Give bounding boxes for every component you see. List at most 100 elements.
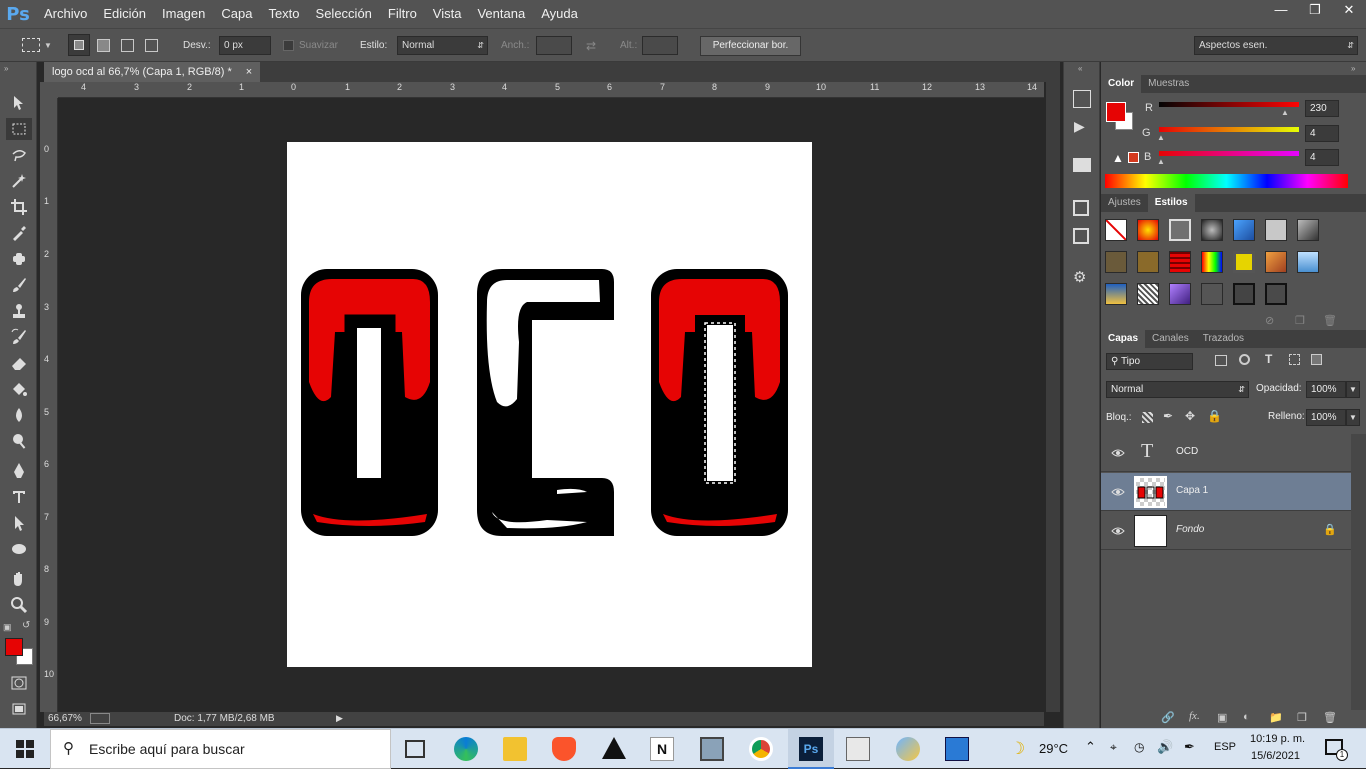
- magic-wand-icon[interactable]: [6, 170, 32, 192]
- filter-type-icon[interactable]: T: [1265, 352, 1272, 366]
- visibility-eye-icon[interactable]: [1111, 524, 1125, 538]
- menu-texto[interactable]: Texto: [260, 0, 307, 28]
- marquee-preset-icon[interactable]: [22, 38, 40, 52]
- tab-color[interactable]: Color: [1101, 75, 1142, 93]
- visibility-eye-icon[interactable]: [1111, 485, 1125, 499]
- visibility-eye-icon[interactable]: [1111, 446, 1125, 460]
- lock-pixels-brush-icon[interactable]: ✒: [1163, 409, 1173, 423]
- style-swatch[interactable]: [1137, 219, 1159, 241]
- style-swatch[interactable]: [1169, 283, 1191, 305]
- style-swatch[interactable]: [1297, 219, 1319, 241]
- status-icon[interactable]: [90, 713, 110, 724]
- notion-icon[interactable]: N: [650, 737, 674, 761]
- menu-imagen[interactable]: Imagen: [154, 0, 213, 28]
- lock-transparency-icon[interactable]: [1142, 412, 1153, 423]
- tab-close-icon[interactable]: ×: [246, 62, 252, 82]
- style-swatch[interactable]: [1201, 219, 1223, 241]
- add-selection-icon[interactable]: [97, 39, 110, 52]
- tab-capas[interactable]: Capas: [1101, 330, 1146, 348]
- status-menu-arrow-icon[interactable]: ▶: [336, 713, 343, 724]
- language-indicator[interactable]: ESP: [1214, 741, 1236, 753]
- style-swatch[interactable]: [1169, 219, 1191, 241]
- type-tool-icon[interactable]: [6, 486, 32, 508]
- move-tool-icon[interactable]: [6, 92, 32, 114]
- dodge-tool-icon[interactable]: [6, 430, 32, 452]
- style-none-swatch[interactable]: [1105, 219, 1127, 241]
- menu-filtro[interactable]: Filtro: [380, 0, 425, 28]
- menu-ayuda[interactable]: Ayuda: [533, 0, 586, 28]
- style-swatch[interactable]: [1265, 219, 1287, 241]
- screen-mode-icon[interactable]: [6, 698, 32, 720]
- width-input[interactable]: [536, 36, 572, 55]
- info-icon[interactable]: [1073, 200, 1089, 216]
- photoshop-taskbar-button[interactable]: Ps: [788, 729, 834, 769]
- refine-edge-button[interactable]: Perfeccionar bor.: [700, 36, 801, 56]
- tab-estilos[interactable]: Estilos: [1147, 194, 1195, 212]
- blend-mode-select[interactable]: Normal ⇵: [1106, 381, 1249, 398]
- zoom-tool-icon[interactable]: [6, 594, 32, 616]
- collapse-icon[interactable]: »: [1351, 64, 1355, 73]
- chevron-down-icon[interactable]: ▼: [1346, 381, 1360, 398]
- adjustment-layer-icon[interactable]: ◐: [1243, 711, 1250, 723]
- fill-input[interactable]: 100%: [1306, 409, 1346, 426]
- menu-edicion[interactable]: Edición: [95, 0, 154, 28]
- style-swatch[interactable]: [1105, 283, 1127, 305]
- trash-icon[interactable]: 🗑: [1323, 314, 1337, 327]
- style-swatch[interactable]: [1265, 251, 1287, 273]
- style-swatch[interactable]: [1297, 251, 1319, 273]
- style-swatch[interactable]: [1137, 251, 1159, 273]
- gamut-warning-icon[interactable]: ▲: [1112, 151, 1124, 165]
- style-swatch[interactable]: [1201, 251, 1223, 273]
- app-window-icon[interactable]: [846, 737, 870, 761]
- paragraph-icon[interactable]: [1073, 228, 1089, 244]
- r-slider-thumb[interactable]: ▲: [1281, 108, 1289, 117]
- r-value[interactable]: 230: [1305, 100, 1339, 117]
- smooth-checkbox[interactable]: [283, 40, 294, 51]
- paint-bucket-icon[interactable]: [6, 378, 32, 400]
- group-folder-icon[interactable]: 📁: [1269, 711, 1283, 724]
- style-swatch[interactable]: [1169, 251, 1191, 273]
- actions-play-icon[interactable]: ▶: [1074, 118, 1085, 135]
- style-swatch[interactable]: [1265, 283, 1287, 305]
- eyedropper-icon[interactable]: [6, 222, 32, 244]
- ruler-left[interactable]: 0 1 2 3 4 5 6 7 8 9 10: [40, 98, 58, 712]
- pen-tool-icon[interactable]: [6, 460, 32, 482]
- b-slider[interactable]: [1159, 151, 1299, 156]
- weather-temp[interactable]: 29°C: [1039, 741, 1068, 756]
- layers-scrollbar[interactable]: [1351, 434, 1366, 712]
- default-colors-icon[interactable]: ▣: [3, 622, 12, 633]
- collapse-icon[interactable]: »: [4, 64, 8, 73]
- swap-colors-icon[interactable]: ↺: [22, 620, 30, 631]
- style-swatch[interactable]: [1233, 251, 1255, 273]
- opacity-input[interactable]: 100%: [1306, 381, 1346, 398]
- intersect-selection-icon[interactable]: [145, 39, 158, 52]
- menu-capa[interactable]: Capa: [213, 0, 260, 28]
- new-layer-icon[interactable]: ❐: [1297, 711, 1307, 724]
- color-spectrum[interactable]: [1105, 174, 1348, 188]
- gamut-color-chip[interactable]: [1128, 152, 1139, 163]
- document-tab[interactable]: logo ocd al 66,7% (Capa 1, RGB/8) * ×: [44, 62, 261, 82]
- brush-tool-icon[interactable]: [6, 274, 32, 296]
- style-swatch[interactable]: [1137, 283, 1159, 305]
- style-swatch[interactable]: [1201, 283, 1223, 305]
- path-selection-icon[interactable]: [6, 512, 32, 534]
- feather-input[interactable]: 0 px: [219, 36, 271, 55]
- new-style-icon[interactable]: ❐: [1295, 314, 1305, 327]
- style-swatch[interactable]: [1105, 251, 1127, 273]
- height-input[interactable]: [642, 36, 678, 55]
- trash-icon[interactable]: 🗑: [1323, 711, 1337, 724]
- tab-canales[interactable]: Canales: [1145, 330, 1196, 348]
- ruler-origin[interactable]: [40, 82, 58, 98]
- clear-style-icon[interactable]: ⊘: [1265, 314, 1274, 327]
- menu-seleccion[interactable]: Selección: [308, 0, 380, 28]
- lasso-tool-icon[interactable]: [6, 144, 32, 166]
- filter-image-icon[interactable]: [1215, 355, 1227, 366]
- tab-muestras[interactable]: Muestras: [1141, 75, 1196, 93]
- app-icon[interactable]: [602, 737, 626, 759]
- wifi-icon[interactable]: ◷: [1134, 740, 1144, 754]
- healing-brush-icon[interactable]: [6, 248, 32, 270]
- brave-icon[interactable]: [552, 737, 576, 761]
- stamp-tool-icon[interactable]: [6, 300, 32, 322]
- minimize-button[interactable]: —: [1264, 0, 1298, 22]
- tray-chevron-icon[interactable]: ⌃: [1085, 739, 1096, 755]
